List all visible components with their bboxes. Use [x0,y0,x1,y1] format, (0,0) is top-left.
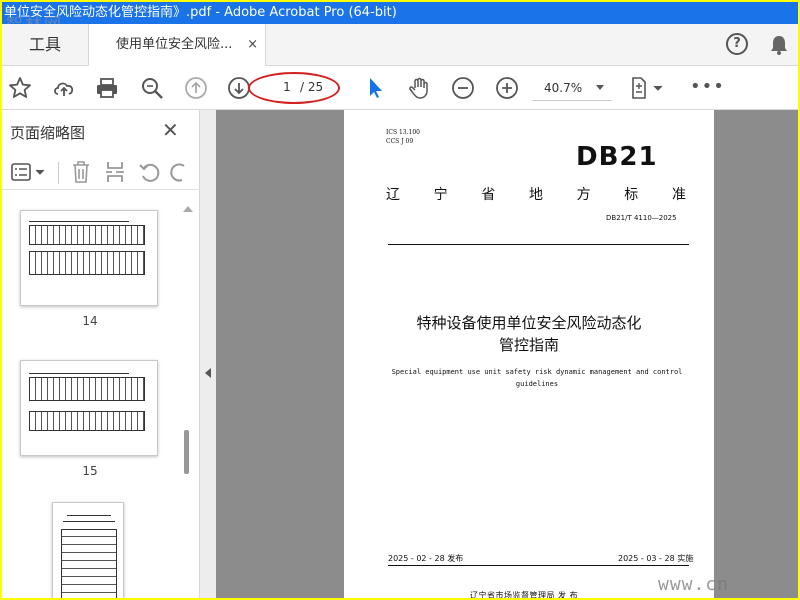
star-icon[interactable] [8,76,32,100]
title-char: 标 [624,187,639,203]
cloud-upload-icon[interactable] [52,76,76,100]
title-char: 宁 [433,187,448,203]
divider-line [388,244,689,245]
annotation-ellipse [248,72,340,104]
page-thumbnail[interactable] [20,360,158,456]
notification-bell-icon[interactable] [768,34,790,56]
english-title: Special equipment use unit safety risk d… [391,368,683,388]
title-char: 省 [481,187,496,203]
ics-code: ICS 13.100 [386,129,420,136]
zoom-search-icon[interactable] [140,76,164,100]
previous-page-icon[interactable] [184,76,208,100]
tab-document-label: 使用单位安全风险... [116,37,233,52]
pdf-page: ICS 13.100 CCS J 09 DB21 辽 宁 省 地 方 标 准 D… [344,110,714,598]
print-icon[interactable] [95,76,119,100]
title-char: 地 [528,187,543,203]
rotate-right-icon[interactable] [170,160,190,184]
thumbnail-table [61,529,117,598]
close-tab-icon[interactable]: × [247,24,258,66]
standard-number: DB21/T 4110—2025 [606,214,677,222]
scroll-thumb[interactable] [184,430,189,474]
thumbnail-table [29,411,145,431]
chevron-down-icon [596,85,604,90]
toolbar-divider [58,162,59,184]
implementation-date: 2025 - 03 - 28 实施 [618,554,694,563]
thumbnail-scrollbar[interactable] [180,202,194,598]
thumbnail-label: 15 [82,464,98,478]
main-title-line: 管控指南 [498,336,559,354]
panel-title: 页面缩略图 [10,124,86,142]
thumbnail-label: 14 [82,314,98,328]
zoom-in-icon[interactable] [495,76,519,100]
rotate-left-icon[interactable] [138,160,162,184]
tab-document[interactable]: 使用单位安全风险... × [88,24,266,67]
zoom-level-value: 40.7% [544,81,583,95]
thumbnail-table [29,225,145,245]
close-panel-icon[interactable]: ✕ [162,118,179,142]
document-viewport[interactable]: ICS 13.100 CCS J 09 DB21 辽 宁 省 地 方 标 准 D… [216,110,798,598]
scroll-up-icon[interactable] [183,206,193,212]
thumbnail-line [29,221,129,222]
standard-type-title: 辽 宁 省 地 方 标 准 [386,184,686,204]
insert-page-icon[interactable] [104,160,126,184]
page-thumbnail[interactable] [20,210,158,306]
tab-tools[interactable]: 工具 [2,24,88,66]
title-char: 准 [671,187,686,203]
app-window: 单位安全风险动态化管控指南》.pdf - Adobe Acrobat Pro (… [2,2,798,598]
more-tools-button[interactable]: ••• [690,76,725,97]
document-main-title: 特种设备使用单位安全风险动态化 管控指南 [344,312,714,356]
thumbnail-table [29,377,145,401]
collapse-arrow-icon [205,368,211,378]
zoom-level-dropdown[interactable]: 40.7% [532,75,612,101]
title-char: 方 [576,187,591,203]
main-toolbar: 1 / 25 40.7% ••• [2,66,798,110]
select-cursor-icon[interactable] [364,76,388,100]
panel-collapse-handle[interactable] [200,110,216,598]
page-fit-icon[interactable] [630,76,666,100]
thumbnail-table [29,251,145,275]
thumbnail-line [29,373,129,374]
thumbnail-list: 14 15 [2,202,178,598]
delete-page-icon[interactable] [70,160,92,184]
thumbnail-line [67,515,111,516]
main-title-line: 特种设备使用单位安全风险动态化 [416,314,642,332]
release-date: 2025 - 02 - 28 发布 [388,554,464,563]
thumbnail-options-icon[interactable] [10,162,46,182]
title-char: 辽 [386,187,400,203]
help-icon[interactable]: ? [726,33,748,55]
watermark-bottom-right: www.cn [658,574,730,595]
divider-line [388,565,689,566]
window-title-bar: 单位安全风险动态化管控指南》.pdf - Adobe Acrobat Pro (… [2,2,798,24]
page-thumbnail[interactable] [52,502,124,598]
panel-toolbar [2,154,200,190]
ics-classification: ICS 13.100 CCS J 09 [386,128,420,146]
issuing-authority: 辽宁省市场监督管理局 发 布 [470,591,579,598]
tab-bar: 工具 使用单位安全风险... × ? [2,24,798,67]
db21-logo: DB21 [576,142,658,172]
ccs-code: CCS J 09 [386,138,414,145]
hand-tool-icon[interactable] [407,76,431,100]
thumbnail-line [63,521,115,522]
page-thumbnails-panel: 页面缩略图 ✕ 14 15 [2,110,200,598]
zoom-out-icon[interactable] [451,76,475,100]
